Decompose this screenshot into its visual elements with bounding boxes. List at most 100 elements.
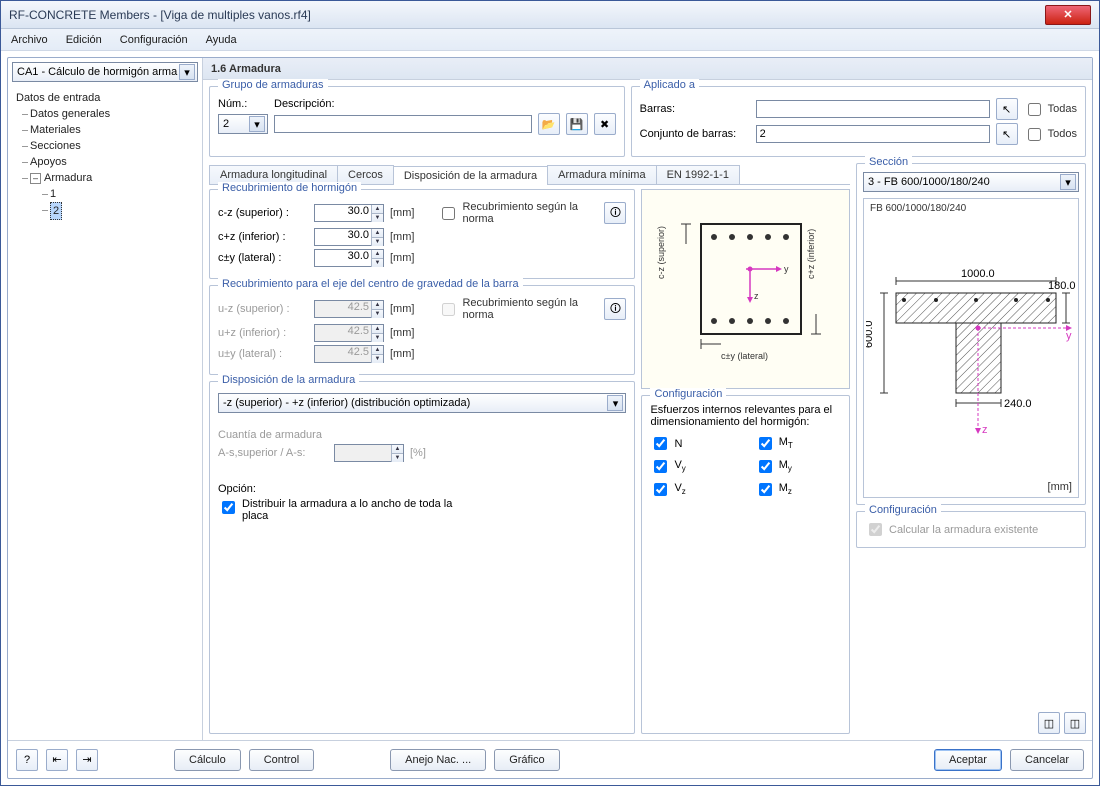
label: u-z (superior) : bbox=[218, 303, 308, 315]
menu-archivo[interactable]: Archivo bbox=[11, 34, 48, 46]
recub-norma-checkbox[interactable]: Recubrimiento según la norma bbox=[438, 201, 592, 225]
control-button[interactable]: Control bbox=[249, 749, 314, 771]
cz-sup-input[interactable]: 30.0▲▼ bbox=[314, 204, 384, 222]
svg-text:240.0: 240.0 bbox=[1004, 398, 1032, 410]
cancelar-button[interactable]: Cancelar bbox=[1010, 749, 1084, 771]
todas-checkbox[interactable]: Todas bbox=[1024, 100, 1077, 119]
uz-inf-input: 42.5▲▼ bbox=[314, 324, 384, 342]
disposicion-armadura: Disposición de la armadura -z (superior)… bbox=[209, 381, 635, 734]
tree-item[interactable]: Materiales bbox=[16, 122, 194, 138]
aceptar-button[interactable]: Aceptar bbox=[934, 749, 1002, 771]
recubrimiento-hormigon: Recubrimiento de hormigón c-z (superior)… bbox=[209, 189, 635, 279]
cbx-Vz[interactable]: Vz bbox=[650, 480, 736, 499]
next-icon[interactable]: ⇥ bbox=[76, 749, 98, 771]
conjunto-input[interactable] bbox=[756, 125, 990, 143]
section-svg: 1000.0 180.0 600.0 240.0 y bbox=[866, 233, 1076, 463]
tab-armadura-minima[interactable]: Armadura mínima bbox=[547, 165, 656, 184]
tree-item-armadura[interactable]: –Armadura bbox=[16, 170, 194, 186]
info-icon[interactable]: 🛈 bbox=[604, 202, 626, 224]
menu-edicion[interactable]: Edición bbox=[66, 34, 102, 46]
legend: Configuración bbox=[865, 504, 941, 516]
case-combo-text: CA1 - Cálculo de hormigón arma bbox=[17, 66, 177, 78]
chevron-down-icon: ▾ bbox=[607, 395, 623, 411]
folder-open-icon[interactable]: 📂 bbox=[538, 113, 560, 135]
label: Conjunto de barras: bbox=[640, 128, 750, 140]
svg-text:z: z bbox=[982, 424, 988, 436]
label: Núm.: bbox=[218, 98, 268, 110]
unit: [mm] bbox=[390, 207, 414, 219]
distribuir-checkbox[interactable]: Distribuir la armadura a lo ancho de tod… bbox=[218, 498, 626, 522]
window-title: RF-CONCRETE Members - [Viga de multiples… bbox=[9, 8, 311, 22]
calculo-button[interactable]: Cálculo bbox=[174, 749, 241, 771]
label: c±y (lateral) : bbox=[218, 252, 308, 264]
unit: [mm] bbox=[390, 327, 414, 339]
cbx-My[interactable]: My bbox=[755, 457, 841, 476]
seccion-select[interactable]: 3 - FB 600/1000/180/240 ▾ bbox=[863, 172, 1079, 192]
recub-centro-norma-checkbox: Recubrimiento según la norma bbox=[438, 297, 592, 321]
num-combo[interactable]: 2 ▾ bbox=[218, 114, 268, 134]
todos-checkbox[interactable]: Todos bbox=[1024, 125, 1077, 144]
unit: [mm] bbox=[390, 252, 414, 264]
prev-icon[interactable]: ⇤ bbox=[46, 749, 68, 771]
anejo-button[interactable]: Anejo Nac. ... bbox=[390, 749, 486, 771]
tree-item-selected[interactable]: 2 bbox=[16, 202, 194, 220]
tree-item[interactable]: Datos generales bbox=[16, 106, 194, 122]
barras-input[interactable] bbox=[756, 100, 990, 118]
save-icon[interactable]: 💾 bbox=[566, 113, 588, 135]
svg-text:c±y (lateral): c±y (lateral) bbox=[721, 351, 768, 361]
tree-item[interactable]: Secciones bbox=[16, 138, 194, 154]
recubrimiento-centro: Recubrimiento para el eje del centro de … bbox=[209, 285, 635, 375]
tab-disposicion[interactable]: Disposición de la armadura bbox=[393, 166, 548, 185]
tab-en1992[interactable]: EN 1992-1-1 bbox=[656, 165, 740, 184]
pick-icon[interactable]: ↖ bbox=[996, 98, 1018, 120]
svg-text:c-z (superior): c-z (superior) bbox=[656, 226, 666, 279]
close-button[interactable]: ✕ bbox=[1045, 5, 1091, 25]
cross-section-svg: y z c-z (superior) c+z (inferior) c±y (l… bbox=[646, 199, 846, 379]
cy-lat-input[interactable]: 30.0▲▼ bbox=[314, 249, 384, 267]
info-icon[interactable]: 🛈 bbox=[604, 298, 626, 320]
uy-lat-input: 42.5▲▼ bbox=[314, 345, 384, 363]
disposicion-select[interactable]: -z (superior) - +z (inferior) (distribuc… bbox=[218, 393, 626, 413]
seccion-config: Configuración Calcular la armadura exist… bbox=[856, 511, 1086, 548]
view-icon-1[interactable]: ◫ bbox=[1038, 712, 1060, 734]
cbx-MT[interactable]: MT bbox=[755, 434, 841, 453]
cuantia-input: ▲▼ bbox=[334, 444, 404, 462]
legend: Grupo de armaduras bbox=[218, 79, 328, 91]
seccion-panel: Sección 3 - FB 600/1000/180/240 ▾ FB 600… bbox=[856, 163, 1086, 505]
view-icon-2[interactable]: ◫ bbox=[1064, 712, 1086, 734]
group-armaduras: Grupo de armaduras Núm.: Descripción: 2 … bbox=[209, 86, 625, 157]
cbx-Vy[interactable]: Vy bbox=[650, 457, 736, 476]
tree-item[interactable]: Apoyos bbox=[16, 154, 194, 170]
cbx-N[interactable]: N bbox=[650, 434, 736, 453]
delete-icon[interactable]: ✖ bbox=[594, 113, 616, 135]
label: Descripción: bbox=[274, 98, 616, 110]
label: c-z (superior) : bbox=[218, 207, 308, 219]
svg-text:y: y bbox=[1066, 330, 1072, 342]
nav-tree[interactable]: Datos de entrada Datos generales Materia… bbox=[8, 86, 202, 224]
svg-text:z: z bbox=[754, 291, 759, 301]
unit: [mm] bbox=[390, 303, 414, 315]
svg-text:c+z (inferior): c+z (inferior) bbox=[806, 229, 816, 279]
tree-item[interactable]: 1 bbox=[16, 186, 194, 202]
tree-root[interactable]: Datos de entrada bbox=[16, 90, 194, 106]
label: Barras: bbox=[640, 103, 750, 115]
svg-text:600.0: 600.0 bbox=[866, 320, 875, 348]
legend: Sección bbox=[865, 156, 912, 168]
descripcion-input[interactable] bbox=[274, 115, 532, 133]
help-icon[interactable]: ? bbox=[16, 749, 38, 771]
grafico-button[interactable]: Gráfico bbox=[494, 749, 559, 771]
section-preview: FB 600/1000/180/240 bbox=[863, 198, 1079, 498]
cz-inf-input[interactable]: 30.0▲▼ bbox=[314, 228, 384, 246]
menu-configuracion[interactable]: Configuración bbox=[120, 34, 188, 46]
uz-sup-input: 42.5▲▼ bbox=[314, 300, 384, 318]
legend: Aplicado a bbox=[640, 79, 699, 91]
collapse-icon[interactable]: – bbox=[30, 173, 41, 184]
label: Cuantía de armadura bbox=[218, 429, 322, 441]
chevron-down-icon: ▾ bbox=[179, 64, 195, 80]
configuracion-esfuerzos: Configuración Esfuerzos internos relevan… bbox=[641, 395, 850, 734]
cbx-Mz[interactable]: Mz bbox=[755, 480, 841, 499]
chevron-down-icon: ▾ bbox=[249, 116, 265, 132]
pick-icon[interactable]: ↖ bbox=[996, 123, 1018, 145]
case-combo[interactable]: CA1 - Cálculo de hormigón arma ▾ bbox=[12, 62, 198, 82]
menu-ayuda[interactable]: Ayuda bbox=[206, 34, 237, 46]
